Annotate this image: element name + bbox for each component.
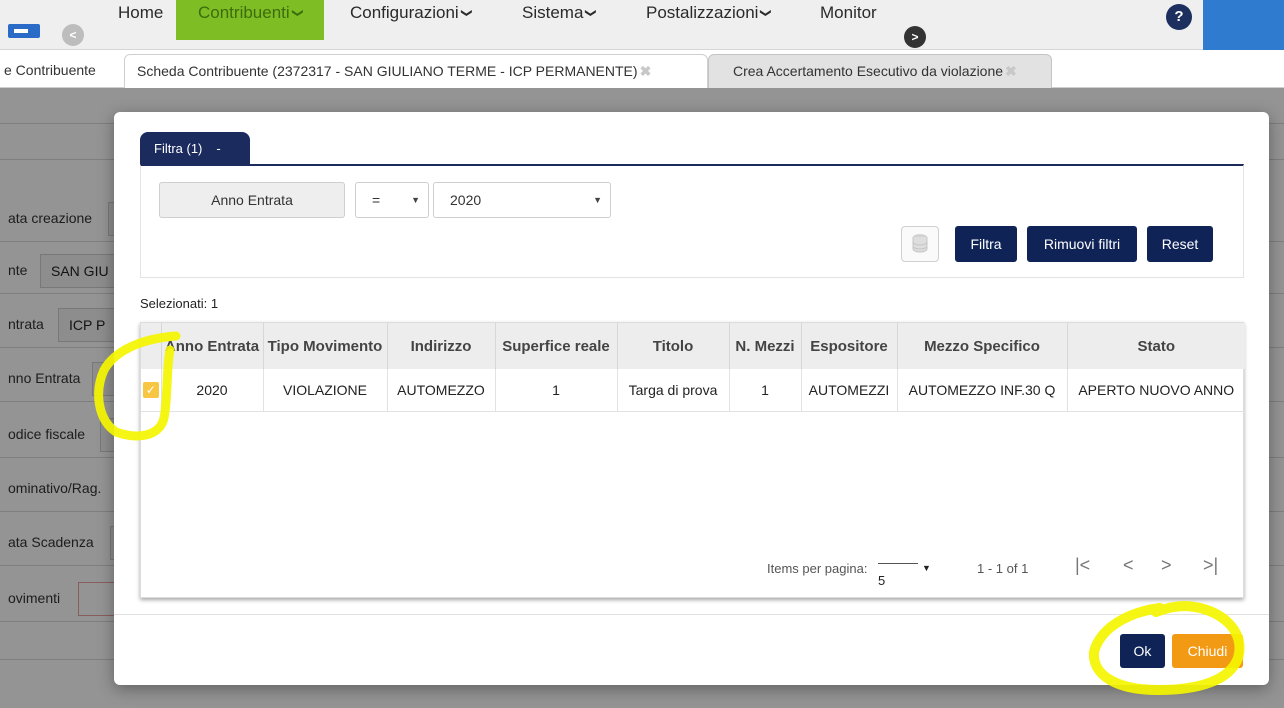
tab-label: e Contribuente: [4, 62, 96, 78]
remove-filters-button[interactable]: Rimuovi filtri: [1027, 226, 1137, 262]
selection-modal: Filtra (1) - Anno Entrata = ▼ 2020 ▼ Filt…: [114, 112, 1269, 685]
filter-value: 2020: [450, 192, 482, 208]
tab-strip: e Contribuente Scheda Contribuente (2372…: [0, 54, 1284, 88]
table-cell: Targa di prova: [617, 369, 730, 412]
close-icon[interactable]: ✖: [1005, 63, 1017, 79]
nav-configurazioni[interactable]: Configurazioni ❯: [350, 0, 472, 36]
nav-contribuenti[interactable]: Contribuenti ❯: [176, 0, 324, 40]
col-header-mezzo-specifico[interactable]: Mezzo Specifico: [897, 323, 1068, 369]
filter-value-select[interactable]: 2020 ▼: [433, 182, 611, 218]
col-header-select: [141, 323, 162, 369]
table-cell: 1: [729, 369, 802, 412]
tab-crea-accertamento[interactable]: Crea Accertamento Esecutivo da violazion…: [708, 54, 1052, 88]
nav-monitor[interactable]: Monitor: [820, 0, 877, 36]
caret-down-icon: ▼: [922, 563, 931, 573]
filter-tab-label: Filtra (1): [154, 141, 203, 156]
page-size-value: 5: [878, 573, 886, 588]
table-cell: 2020: [161, 369, 264, 412]
tab-label: Scheda Contribuente (2372317 - SAN GIULI…: [137, 63, 638, 79]
reset-button[interactable]: Reset: [1147, 226, 1213, 262]
nav-sistema[interactable]: Sistema ❯: [522, 0, 597, 36]
nav-postalizzazioni-label: Postalizzazioni: [646, 3, 759, 22]
nav-configurazioni-label: Configurazioni: [350, 3, 459, 22]
selected-count: Selezionati: 1: [140, 296, 219, 311]
table-row[interactable]: ✓ 2020 VIOLAZIONE AUTOMEZZO 1 Targa di p…: [141, 369, 1245, 412]
database-button[interactable]: [901, 226, 939, 262]
col-header-titolo[interactable]: Titolo: [617, 323, 730, 369]
footer-divider: [114, 614, 1269, 615]
col-header-espositore[interactable]: Espositore: [801, 323, 898, 369]
col-header-stato[interactable]: Stato: [1067, 323, 1245, 369]
col-header-indirizzo[interactable]: Indirizzo: [387, 323, 496, 369]
page-range: 1 - 1 of 1: [977, 561, 1029, 576]
top-navigation-bar: < Home Contribuenti ❯ Configurazioni ❯ Sis…: [0, 0, 1284, 50]
nav-home-label: Home: [118, 3, 164, 22]
caret-down-icon: ▼: [411, 195, 420, 205]
page-size-select[interactable]: 5 ▼: [878, 561, 931, 588]
col-header-superfice-reale[interactable]: Superfice reale: [495, 323, 618, 369]
chevron-down-icon: ❯: [291, 8, 304, 18]
close-button[interactable]: Chiudi: [1172, 634, 1243, 668]
col-header-anno-entrata[interactable]: Anno Entrata: [161, 323, 264, 369]
collapse-icon[interactable]: -: [216, 141, 220, 156]
filter-operator-select[interactable]: = ▼: [355, 182, 429, 218]
col-header-n-mezzi[interactable]: N. Mezzi: [729, 323, 802, 369]
operator-value: =: [372, 192, 381, 208]
nav-postalizzazioni[interactable]: Postalizzazioni ❯: [646, 0, 772, 36]
table-cell: AUTOMEZZO: [387, 369, 496, 412]
filter-panel: Anno Entrata = ▼ 2020 ▼ Filtra Rimuovi f…: [140, 164, 1244, 278]
results-table: Anno Entrata Tipo Movimento Indirizzo Su…: [140, 322, 1245, 598]
data-table: Anno Entrata Tipo Movimento Indirizzo Su…: [141, 323, 1245, 412]
database-icon: [912, 234, 928, 253]
next-page-icon[interactable]: >: [1161, 555, 1172, 576]
first-page-icon[interactable]: |<: [1075, 555, 1090, 576]
ok-button[interactable]: Ok: [1120, 634, 1165, 668]
tab-contribuente[interactable]: e Contribuente: [0, 54, 108, 88]
forward-icon[interactable]: >: [904, 26, 926, 48]
filter-tab[interactable]: Filtra (1) -: [140, 132, 250, 166]
table-cell: VIOLAZIONE: [263, 369, 388, 412]
chevron-down-icon: ❯: [760, 8, 773, 18]
nav-monitor-label: Monitor: [820, 3, 877, 22]
items-per-page-label: Items per pagina:: [767, 561, 868, 576]
tab-label: Crea Accertamento Esecutivo da violazion…: [733, 63, 1004, 79]
caret-down-icon: ▼: [593, 195, 602, 205]
close-icon[interactable]: ✖: [640, 63, 652, 79]
last-page-icon[interactable]: >|: [1203, 555, 1218, 576]
app-logo-icon[interactable]: [8, 24, 40, 38]
table-cell: AUTOMEZZO INF.30 Q: [897, 369, 1068, 412]
paginator: Items per pagina: 5 ▼ 1 - 1 of 1 |< < > >…: [141, 549, 1245, 589]
help-icon[interactable]: ?: [1166, 4, 1192, 30]
nav-sistema-label: Sistema: [522, 3, 584, 22]
table-header-row: Anno Entrata Tipo Movimento Indirizzo Su…: [141, 323, 1245, 369]
filter-button[interactable]: Filtra: [955, 226, 1017, 262]
tab-scheda-contribuente[interactable]: Scheda Contribuente (2372317 - SAN GIULI…: [124, 54, 708, 88]
nav-home[interactable]: Home: [118, 0, 163, 36]
chevron-down-icon: ❯: [585, 8, 598, 18]
row-select-cell[interactable]: ✓: [141, 369, 162, 412]
user-area[interactable]: [1203, 0, 1284, 50]
table-cell: 1: [495, 369, 618, 412]
filter-field-select[interactable]: Anno Entrata: [159, 182, 345, 218]
nav-contribuenti-label: Contribuenti: [198, 3, 290, 22]
prev-page-icon[interactable]: <: [1123, 555, 1134, 576]
chevron-down-icon: ❯: [460, 8, 473, 18]
col-header-tipo-movimento[interactable]: Tipo Movimento: [263, 323, 388, 369]
table-cell: AUTOMEZZI: [801, 369, 898, 412]
row-checkbox[interactable]: ✓: [142, 382, 159, 399]
table-cell: APERTO NUOVO ANNO: [1067, 369, 1245, 412]
back-icon[interactable]: <: [62, 24, 84, 46]
